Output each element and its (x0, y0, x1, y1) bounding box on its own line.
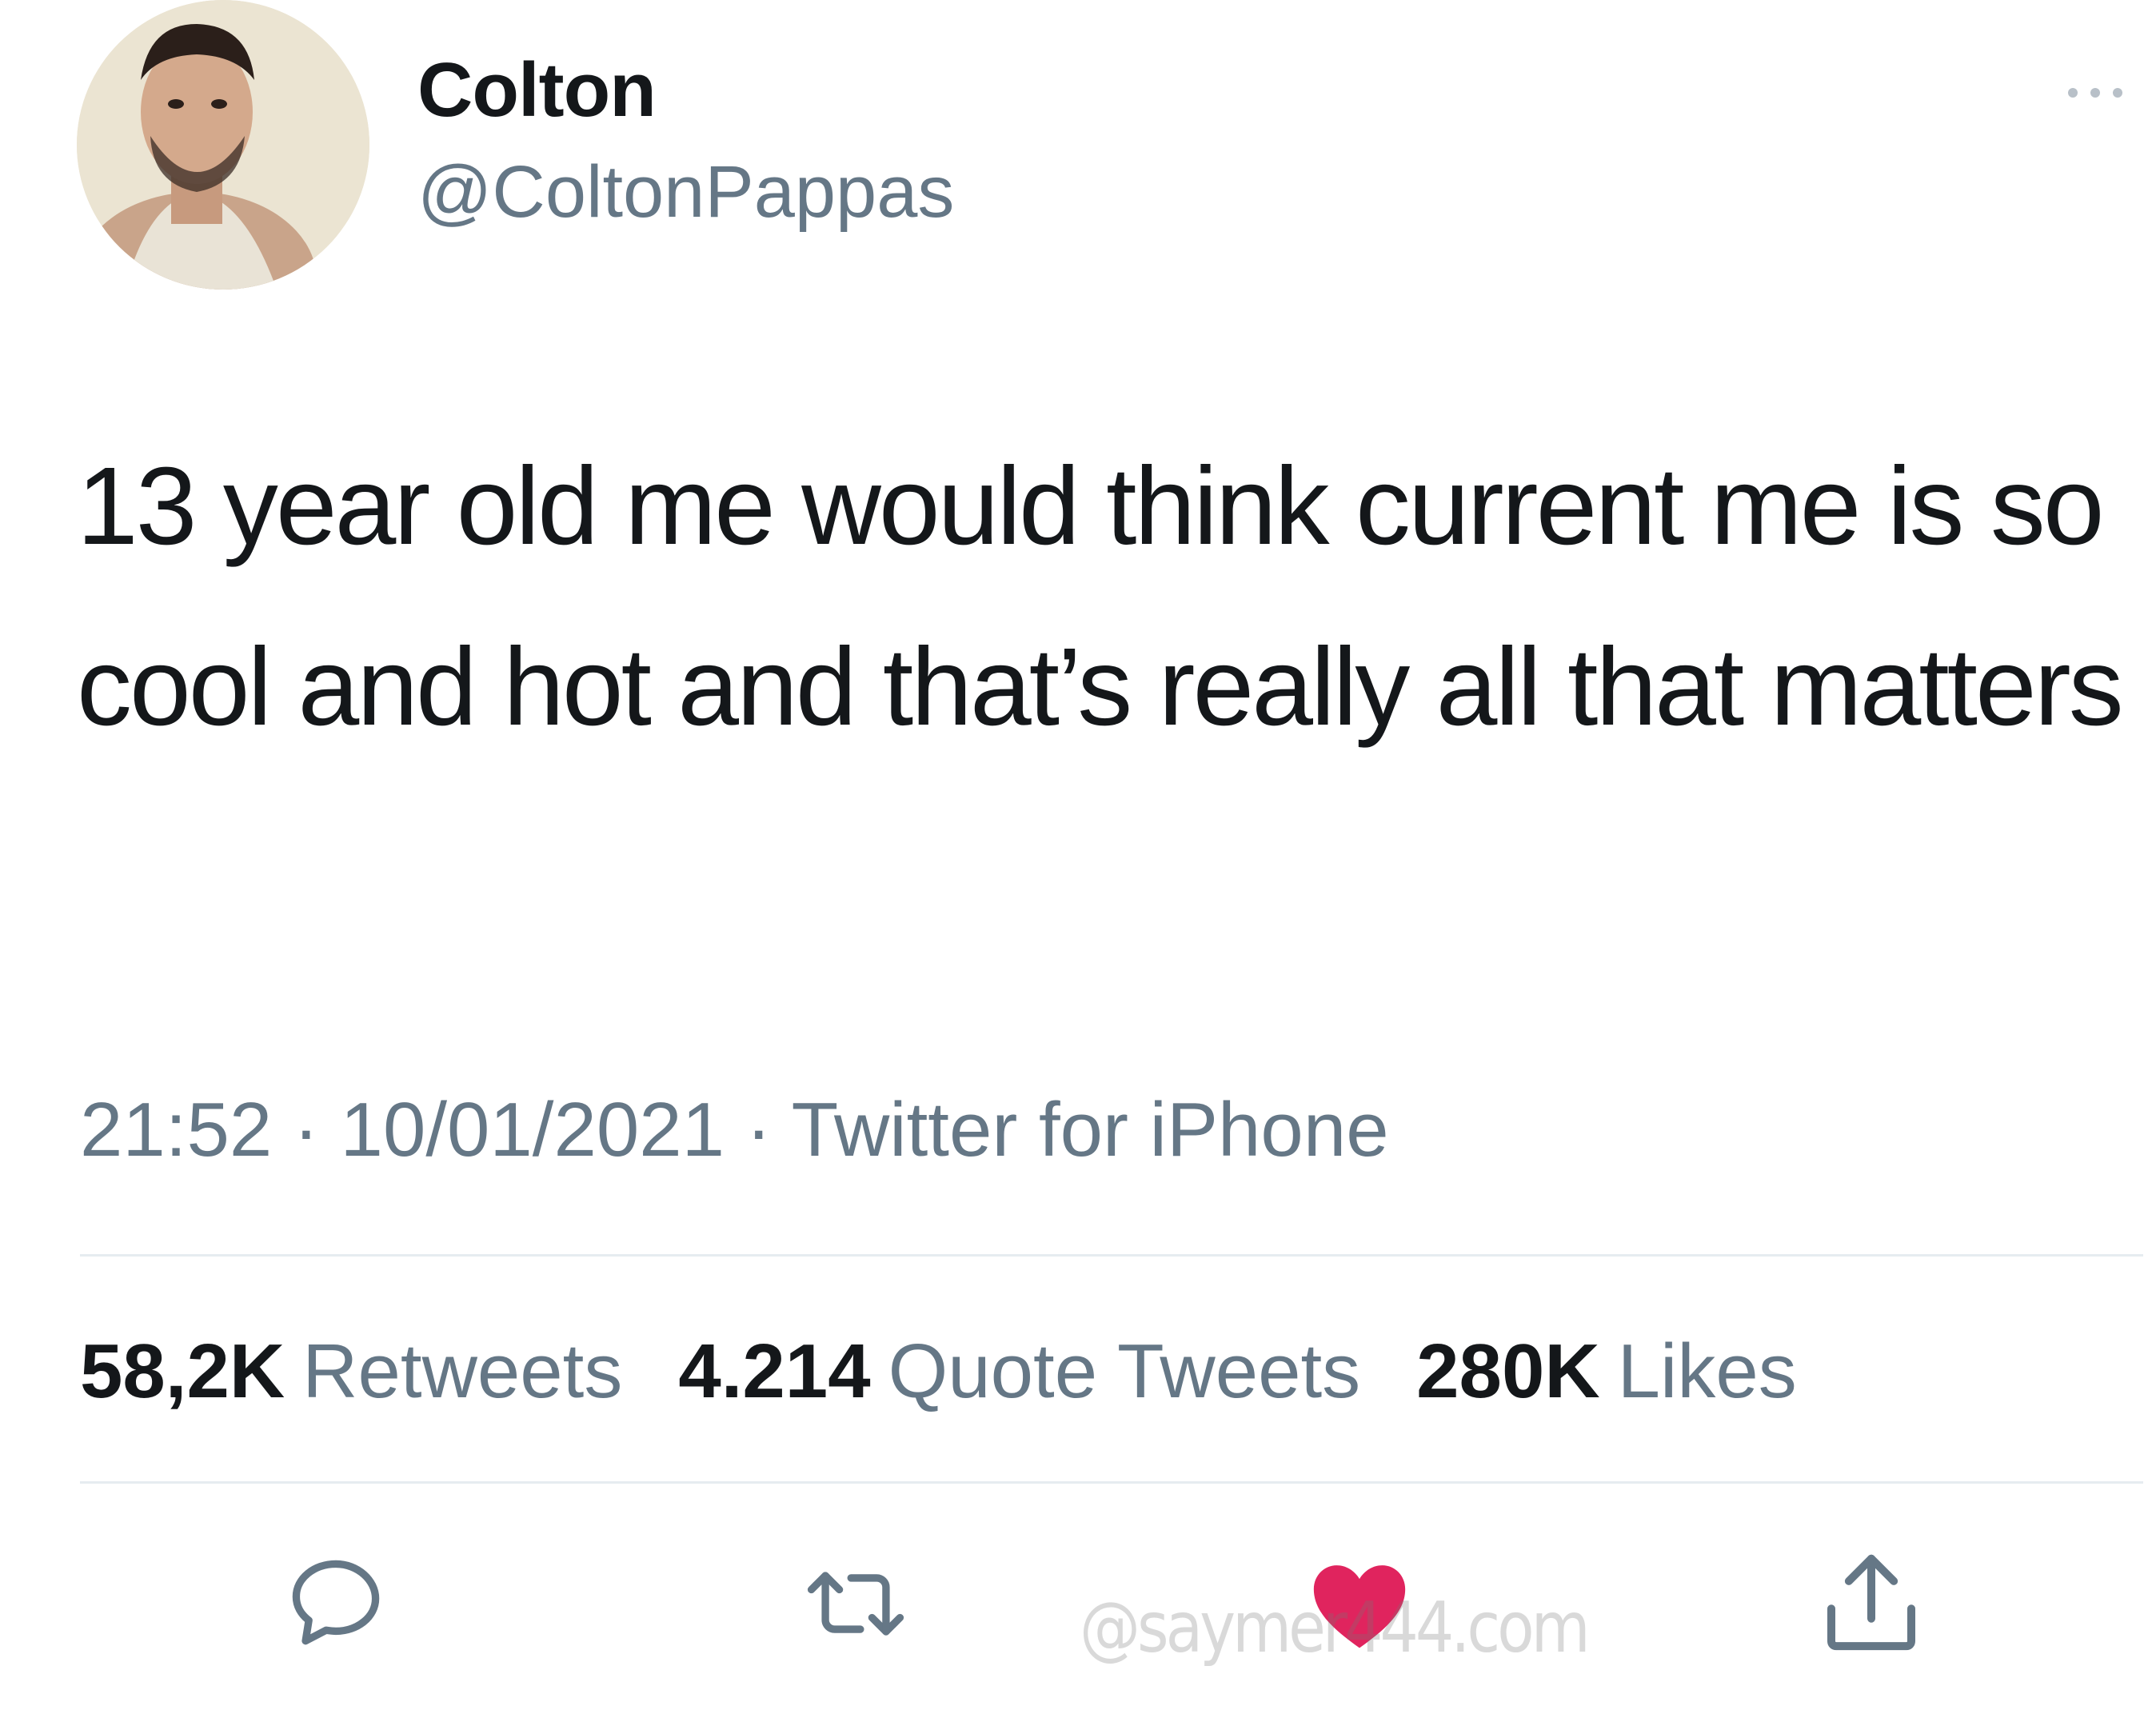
retweets-count: 58,2K (80, 1328, 285, 1414)
meta-separator: · (745, 1087, 772, 1173)
likes-stat[interactable]: 280K Likes (1416, 1328, 1797, 1416)
divider (80, 1481, 2143, 1484)
share-upload-icon (1827, 1554, 1915, 1651)
tweet-date: 10/01/2021 (340, 1087, 725, 1173)
tweet-card: Colton @ColtonPappas 13 year old me woul… (0, 0, 2156, 1718)
speech-bubble-icon (292, 1560, 380, 1645)
reply-button[interactable] (272, 1536, 400, 1672)
tweet-text: 13 year old me would think current me is… (77, 445, 2124, 749)
retweet-button[interactable] (792, 1536, 920, 1672)
avatar[interactable] (77, 0, 369, 290)
more-dot (2068, 88, 2078, 98)
quote-tweets-stat[interactable]: 4.214 Quote Tweets (678, 1328, 1360, 1416)
user-handle[interactable]: @ColtonPappas (417, 150, 954, 234)
display-name[interactable]: Colton (417, 46, 657, 134)
divider (80, 1254, 2143, 1257)
quote-tweets-count: 4.214 (678, 1328, 871, 1414)
likes-label: Likes (1617, 1328, 1797, 1414)
tweet-stats: 58,2K Retweets 4.214 Quote Tweets 280K Like… (80, 1328, 1797, 1416)
more-options-icon[interactable] (2047, 77, 2143, 109)
retweets-label: Retweets (302, 1328, 623, 1414)
more-dot (2113, 88, 2122, 98)
watermark: @saymer444.com (1080, 1586, 1591, 1668)
more-dot (2090, 88, 2100, 98)
likes-count: 280K (1416, 1328, 1600, 1414)
meta-separator: · (293, 1087, 319, 1173)
share-button[interactable] (1807, 1536, 1935, 1672)
action-bar (0, 1536, 2156, 1688)
retweet-arrows-icon (807, 1572, 904, 1636)
tweet-source-link[interactable]: Twitter for iPhone (792, 1087, 1389, 1173)
tweet-time: 21:52 (80, 1087, 273, 1173)
retweets-stat[interactable]: 58,2K Retweets (80, 1328, 622, 1416)
avatar-photo (77, 0, 369, 290)
tweet-meta: 21:52 · 10/01/2021 · Twitter for iPhone (80, 1086, 1389, 1174)
quote-tweets-label: Quote Tweets (888, 1328, 1361, 1414)
